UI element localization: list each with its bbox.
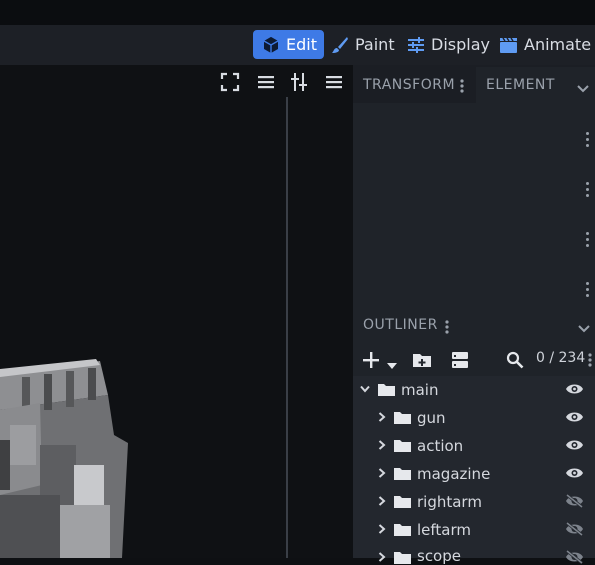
eye-slash-icon[interactable] — [565, 550, 584, 564]
outliner-title: OUTLINER — [363, 317, 438, 333]
mode-display-button[interactable]: Display — [407, 30, 490, 59]
add-group-icon[interactable] — [412, 351, 432, 372]
mode-edit-label: Edit — [286, 35, 317, 54]
folder-icon — [394, 524, 411, 536]
eye-icon[interactable] — [565, 466, 584, 480]
sliders-icon — [408, 36, 424, 53]
mode-paint-label: Paint — [355, 35, 395, 54]
chevron-right-icon[interactable] — [377, 524, 387, 534]
mode-animate-label: Animate — [524, 35, 592, 54]
tree-label: action — [417, 437, 464, 455]
brush-icon — [332, 36, 348, 53]
folder-icon — [394, 440, 411, 452]
transform-menu-icon[interactable] — [460, 79, 464, 96]
add-dropdown-icon[interactable] — [387, 355, 397, 374]
eye-icon[interactable] — [565, 410, 584, 424]
search-icon[interactable] — [506, 351, 524, 373]
folder-icon — [394, 468, 411, 480]
tree-label: rightarm — [417, 493, 482, 511]
outliner-menu-icon[interactable] — [445, 319, 449, 338]
eye-icon[interactable] — [565, 382, 584, 396]
title-strip — [0, 0, 595, 25]
chevron-down-icon[interactable] — [360, 384, 370, 394]
folder-icon — [394, 496, 411, 508]
viewport-menu-icon[interactable] — [255, 72, 277, 92]
server-icon[interactable] — [451, 351, 469, 373]
split-view-icon[interactable] — [288, 72, 310, 92]
tree-label: leftarm — [417, 521, 472, 539]
clapper-icon — [500, 37, 517, 53]
eye-icon[interactable] — [565, 438, 584, 452]
add-icon[interactable] — [362, 351, 380, 373]
mode-paint-button[interactable]: Paint — [331, 30, 395, 59]
viewport-3d[interactable] — [0, 65, 353, 558]
chevron-right-icon[interactable] — [377, 552, 387, 562]
folder-icon — [394, 412, 411, 424]
chevron-down-icon[interactable] — [577, 79, 589, 98]
mode-edit-button[interactable]: Edit — [253, 30, 324, 59]
search-count: 0 / 234 — [536, 350, 586, 366]
tree-label: magazine — [417, 465, 491, 483]
chevron-right-icon[interactable] — [377, 412, 387, 422]
cube-icon — [263, 36, 279, 53]
fullscreen-icon[interactable] — [219, 72, 241, 92]
viewport-split-divider[interactable] — [286, 97, 288, 558]
model-preview — [0, 359, 128, 558]
tab-transform[interactable]: TRANSFORM — [363, 77, 455, 93]
eye-slash-icon[interactable] — [565, 522, 584, 536]
outliner-collapse-icon[interactable] — [578, 319, 590, 338]
chevron-right-icon[interactable] — [377, 468, 387, 478]
eye-slash-icon[interactable] — [565, 494, 584, 508]
tree-label: gun — [417, 409, 446, 427]
chevron-right-icon[interactable] — [377, 496, 387, 506]
tab-element[interactable]: ELEMENT — [486, 77, 555, 93]
toolbar-more-icon[interactable] — [588, 352, 592, 371]
secondary-menu-icon[interactable] — [323, 72, 345, 92]
mode-animate-button[interactable]: Animate — [499, 30, 591, 59]
panel-handle-icon[interactable] — [586, 282, 590, 298]
tree-label: scope — [417, 547, 461, 565]
panel-handle-icon[interactable] — [586, 232, 590, 248]
tree-label: main — [401, 381, 439, 399]
mode-display-label: Display — [431, 35, 490, 54]
panel-handle-icon[interactable] — [586, 132, 590, 148]
folder-icon — [378, 384, 395, 396]
chevron-right-icon[interactable] — [377, 440, 387, 450]
panel-handle-icon[interactable] — [586, 182, 590, 198]
